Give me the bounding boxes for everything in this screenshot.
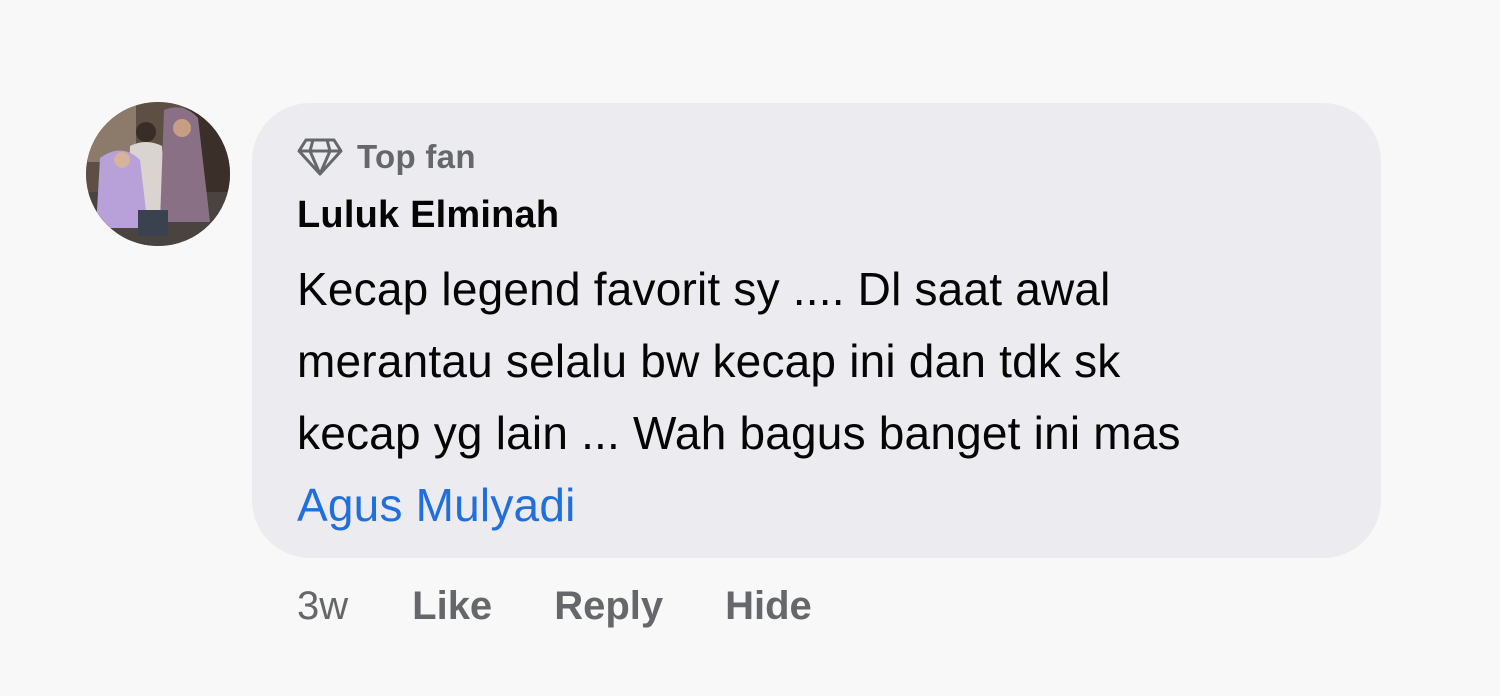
avatar[interactable] bbox=[86, 102, 230, 246]
mention-link[interactable]: Agus Mulyadi bbox=[297, 469, 1367, 541]
comment-actions: 3w Like Reply Hide bbox=[297, 578, 874, 634]
hide-button[interactable]: Hide bbox=[725, 584, 812, 629]
comment-text: Kecap legend favorit sy .... Dl saat awa… bbox=[297, 253, 1367, 541]
like-button[interactable]: Like bbox=[412, 584, 492, 629]
diamond-icon bbox=[297, 138, 343, 176]
reply-button[interactable]: Reply bbox=[554, 584, 663, 629]
top-fan-badge: Top fan bbox=[297, 136, 476, 178]
comment-text-line: kecap yg lain ... Wah bagus banget ini m… bbox=[297, 407, 1181, 459]
author-name[interactable]: Luluk Elminah bbox=[297, 194, 559, 237]
comment-text-line: Kecap legend favorit sy .... Dl saat awa… bbox=[297, 263, 1111, 315]
timestamp[interactable]: 3w bbox=[297, 584, 348, 629]
avatar-photo bbox=[86, 102, 230, 246]
badge-label: Top fan bbox=[357, 138, 476, 175]
comment-item: Top fan Luluk Elminah Kecap legend favor… bbox=[0, 0, 1500, 696]
comment-text-line: merantau selalu bw kecap ini dan tdk sk bbox=[297, 335, 1121, 387]
